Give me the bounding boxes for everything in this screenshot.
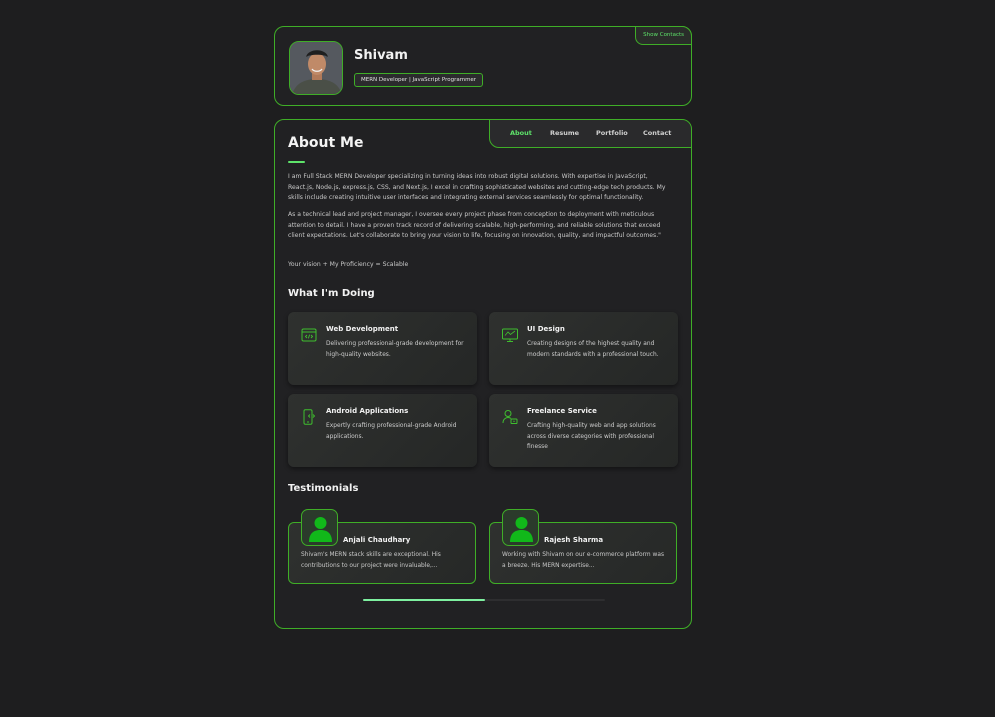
monitor-design-icon: [502, 328, 518, 342]
service-card-android-applications: Android Applications Expertly crafting p…: [288, 394, 477, 467]
service-card-ui-design: UI Design Creating designs of the highes…: [489, 312, 678, 385]
testimonials-section-title: Testimonials: [288, 483, 359, 494]
service-title: Freelance Service: [527, 407, 597, 415]
testimonial-text: Working with Shivam on our e-commerce pl…: [502, 552, 665, 569]
about-paragraph-1: I am Full Stack MERN Developer specializ…: [288, 173, 666, 201]
doing-section-title: What I'm Doing: [288, 288, 375, 299]
profile-name: Shivam: [354, 48, 408, 63]
code-window-icon: [301, 328, 317, 342]
main-content-card: About Resume Portfolio Contact About Me …: [274, 119, 692, 629]
profile-avatar: [289, 41, 343, 95]
service-card-web-development: Web Development Delivering professional-…: [288, 312, 477, 385]
carousel-scrollbar-thumb[interactable]: [363, 599, 485, 601]
mobile-code-icon: [303, 409, 316, 425]
title-underline: [288, 161, 305, 163]
user-silhouette-icon: [309, 517, 332, 542]
service-title: Web Development: [326, 325, 399, 333]
about-paragraph-2: As a technical lead and project manager,…: [288, 211, 661, 239]
testimonial-text: Shivam's MERN stack skills are exception…: [301, 552, 441, 569]
testimonial-avatar: [301, 509, 338, 546]
nav-contact[interactable]: Contact: [643, 120, 671, 147]
user-silhouette-icon: [510, 517, 533, 542]
testimonial-name: Rajesh Sharma: [544, 536, 604, 544]
nav-portfolio[interactable]: Portfolio: [596, 120, 628, 147]
show-contacts-button[interactable]: Show Contacts: [635, 26, 692, 45]
navbar: About Resume Portfolio Contact: [489, 120, 691, 148]
profile-card: Shivam MERN Developer | JavaScript Progr…: [274, 26, 692, 106]
service-text: Crafting high-quality web and app soluti…: [527, 423, 656, 450]
service-text: Delivering professional-grade developmen…: [326, 341, 464, 358]
profile-photo-icon: [290, 42, 342, 94]
service-text: Creating designs of the highest quality …: [527, 341, 659, 358]
service-title: UI Design: [527, 325, 565, 333]
testimonial-name: Anjali Chaudhary: [343, 536, 411, 544]
freelancer-icon: [502, 410, 518, 424]
nav-about[interactable]: About: [510, 120, 532, 147]
nav-resume[interactable]: Resume: [550, 120, 579, 147]
service-title: Android Applications: [326, 407, 409, 415]
service-text: Expertly crafting professional-grade And…: [326, 423, 457, 440]
about-tagline: Your vision + My Proficiency = Scalable: [288, 261, 409, 268]
about-title: About Me: [288, 135, 364, 151]
testimonial-avatar: [502, 509, 539, 546]
service-card-freelance-service: Freelance Service Crafting high-quality …: [489, 394, 678, 467]
profile-title-badge: MERN Developer | JavaScript Programmer: [354, 73, 484, 87]
